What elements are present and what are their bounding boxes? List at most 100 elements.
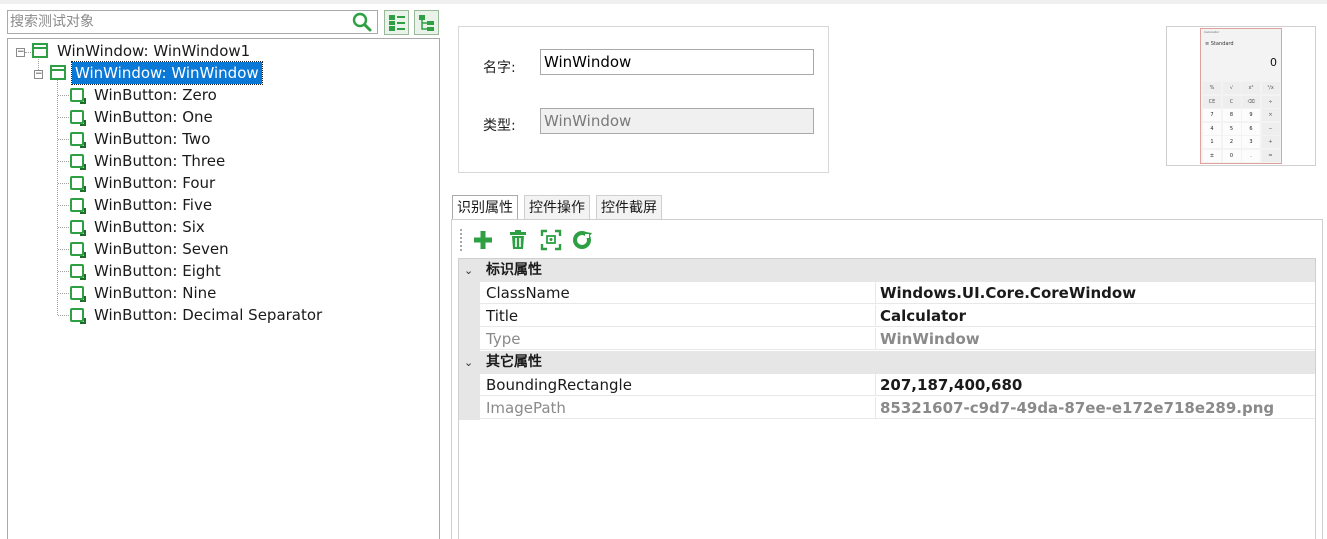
- tree-node-label: WinButton: Six: [94, 218, 205, 236]
- property-value[interactable]: Windows.UI.Core.CoreWindow: [876, 282, 1315, 304]
- button-icon: [70, 154, 86, 170]
- plus-icon: [474, 231, 492, 249]
- button-icon: [70, 286, 86, 302]
- row-gutter: [459, 328, 480, 351]
- property-row[interactable]: Type WinWindow: [459, 328, 1315, 351]
- type-field: [540, 108, 814, 134]
- calc-mode: ≡ Standard: [1205, 41, 1234, 47]
- object-tree[interactable]: − WinWindow: WinWindow1 − WinWindow: Win…: [7, 38, 440, 539]
- property-name: BoundingRectangle: [480, 374, 876, 396]
- category-identify[interactable]: ⌄ 标识属性: [459, 259, 1315, 282]
- chevron-down-icon[interactable]: ⌄: [464, 351, 473, 374]
- calc-key: 0: [1222, 149, 1241, 162]
- trash-icon: [510, 230, 526, 249]
- property-row[interactable]: ImagePath 85321607-c9d7-49da-87ee-e172e7…: [459, 397, 1315, 420]
- refresh-property-button[interactable]: [571, 229, 593, 251]
- calc-key: %: [1203, 82, 1221, 94]
- button-icon: [70, 242, 86, 258]
- property-row[interactable]: Title Calculator: [459, 305, 1315, 328]
- row-gutter: [459, 305, 480, 328]
- calc-key: CE: [1203, 95, 1221, 108]
- window-icon: [50, 65, 66, 80]
- tree-node-label: WinButton: Seven: [94, 240, 229, 258]
- calc-key: C: [1222, 95, 1241, 108]
- tree-node-label: WinButton: One: [94, 108, 213, 126]
- property-row[interactable]: BoundingRectangle 207,187,400,680: [459, 374, 1315, 397]
- calc-display: 0: [1270, 56, 1277, 69]
- property-name: ImagePath: [480, 397, 876, 419]
- calc-key: ×: [1261, 109, 1280, 121]
- tab-control-actions[interactable]: 控件操作: [524, 195, 590, 219]
- property-name: Title: [480, 305, 876, 327]
- property-row[interactable]: ClassName Windows.UI.Core.CoreWindow: [459, 282, 1315, 305]
- add-property-button[interactable]: [472, 229, 494, 251]
- search-box[interactable]: [7, 10, 378, 34]
- calc-key: ±: [1203, 149, 1221, 162]
- type-label: 类型:: [483, 118, 516, 134]
- button-icon: [70, 110, 86, 126]
- toolbar-grip: [460, 229, 462, 251]
- root-collapse-toggle[interactable]: −: [16, 48, 25, 57]
- search-input[interactable]: [10, 12, 345, 32]
- expand-all-button[interactable]: [384, 10, 409, 35]
- calc-key: 9: [1242, 109, 1260, 121]
- window-icon: [32, 43, 48, 58]
- tab-identify-properties[interactable]: 识别属性: [452, 195, 518, 220]
- calc-key: x²: [1242, 82, 1260, 94]
- property-toolbar: [458, 227, 1316, 255]
- tree-node-label: WinButton: Three: [94, 152, 226, 170]
- tree-node-label: WinButton: Eight: [94, 262, 221, 280]
- name-field[interactable]: [540, 49, 814, 75]
- tree-node-label: WinButton: Four: [94, 174, 216, 192]
- category-label: 其它属性: [486, 354, 542, 370]
- capture-property-button[interactable]: [540, 229, 562, 251]
- row-gutter: [459, 374, 480, 397]
- button-icon: [70, 88, 86, 104]
- calc-key: 1: [1203, 136, 1221, 148]
- calc-key: 5: [1222, 122, 1241, 135]
- collapse-tree-button[interactable]: [414, 10, 439, 35]
- property-value[interactable]: Calculator: [876, 305, 1315, 327]
- tree-node-label: WinButton: Zero: [94, 86, 217, 104]
- hierarchy-icon: [419, 15, 434, 31]
- property-value: 85321607-c9d7-49da-87ee-e172e718e289.png: [876, 397, 1315, 419]
- object-info-panel: 名字: 类型:: [458, 26, 829, 173]
- tree-node-label: WinWindow: WinWindow1: [57, 42, 251, 60]
- category-label: 标识属性: [486, 262, 542, 278]
- top-border: [0, 0, 1327, 4]
- button-icon: [70, 198, 86, 214]
- calc-key: +: [1261, 136, 1280, 148]
- calc-key: 7: [1203, 109, 1221, 121]
- row-gutter: [459, 282, 480, 305]
- calc-key: 3: [1242, 136, 1260, 148]
- property-name: Type: [480, 328, 876, 350]
- search-icon[interactable]: [351, 12, 373, 32]
- chevron-down-icon[interactable]: ⌄: [464, 259, 473, 282]
- button-icon: [70, 132, 86, 148]
- calc-mode-label: Standard: [1210, 41, 1234, 47]
- calc-key: 4: [1203, 122, 1221, 135]
- screenshot-preview[interactable]: Calculator ≡ Standard 0 % √ x² ¹/x CE C ⌫ ÷ 7 8 9 ×…: [1166, 26, 1316, 166]
- tree-node-label: WinButton: Nine: [94, 284, 217, 302]
- calc-key: 2: [1222, 136, 1241, 148]
- row-gutter: [459, 397, 480, 420]
- calc-key: √: [1222, 82, 1241, 94]
- calculator-thumbnail: Calculator ≡ Standard 0 % √ x² ¹/x CE C ⌫ ÷ 7 8 9 ×…: [1200, 28, 1282, 164]
- calc-key: ⌫: [1242, 95, 1260, 108]
- calc-key: ¹/x: [1261, 82, 1280, 94]
- tree-node-label: WinButton: Two: [94, 130, 211, 148]
- calc-key: .: [1242, 149, 1260, 162]
- button-icon: [70, 220, 86, 236]
- calc-key: ÷: [1261, 95, 1280, 108]
- property-grid[interactable]: ⌄ 标识属性 ClassName Windows.UI.Core.CoreWin…: [458, 258, 1316, 539]
- button-icon: [70, 264, 86, 280]
- property-value[interactable]: 207,187,400,680: [876, 374, 1315, 396]
- delete-property-button[interactable]: [507, 229, 529, 251]
- child-collapse-toggle[interactable]: −: [34, 70, 43, 79]
- refresh-icon: [573, 231, 592, 249]
- calc-key: 6: [1242, 122, 1260, 135]
- tab-control-screenshot[interactable]: 控件截屏: [596, 195, 662, 219]
- category-other[interactable]: ⌄ 其它属性: [459, 351, 1315, 374]
- tree-node-label: WinWindow: WinWindow: [71, 61, 263, 85]
- tree-list-icon: [389, 15, 405, 31]
